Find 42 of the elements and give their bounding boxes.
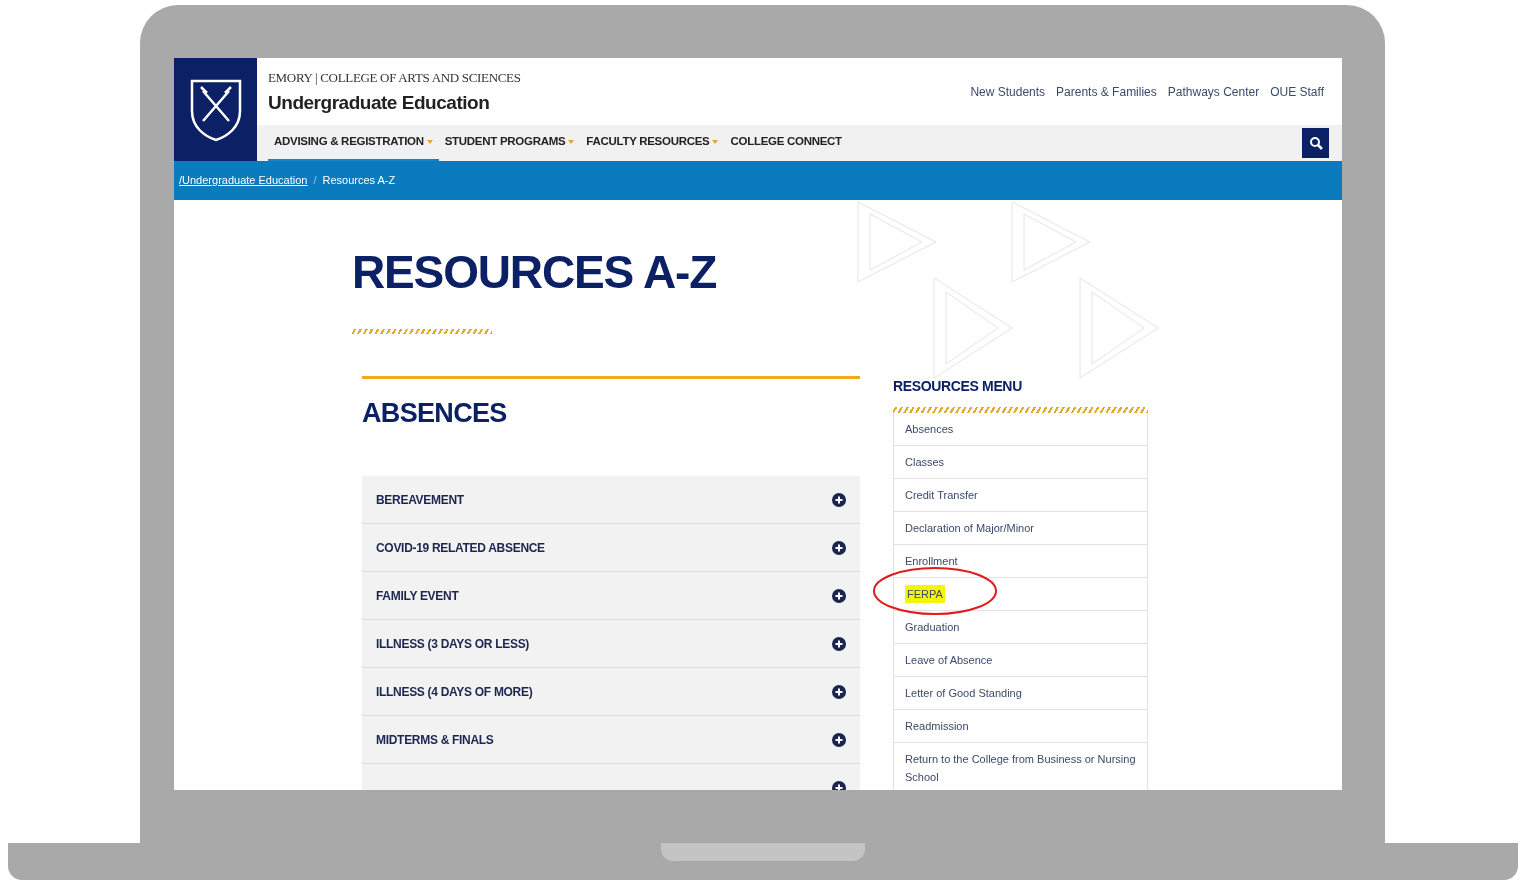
plus-circle-icon bbox=[832, 732, 846, 747]
menu-link[interactable]: Readmission bbox=[905, 717, 969, 735]
menu-link[interactable]: Classes bbox=[905, 453, 945, 471]
nav-tab[interactable]: STUDENT PROGRAMS bbox=[438, 125, 581, 161]
breadcrumb-current: Resources A-Z bbox=[322, 173, 396, 189]
plus-circle-icon bbox=[832, 636, 846, 651]
accordion-item[interactable]: FAMILY EVENT bbox=[362, 572, 860, 620]
nav-tab[interactable]: COLLEGE CONNECT bbox=[724, 125, 848, 161]
plus-circle-icon bbox=[832, 684, 846, 699]
page-title: RESOURCES A-Z bbox=[352, 245, 718, 300]
menu-link[interactable]: Letter of Good Standing bbox=[905, 684, 1022, 702]
plus-circle-icon bbox=[832, 540, 846, 555]
site-title[interactable]: Undergraduate Education bbox=[268, 88, 521, 117]
utility-link[interactable]: Parents & Families bbox=[1056, 83, 1157, 125]
menu-link[interactable]: Leave of Absence bbox=[905, 651, 993, 669]
menu-link[interactable]: Return to the College from Business or Nursing School bbox=[905, 750, 1136, 786]
breadcrumb-separator: / bbox=[313, 173, 317, 189]
search-button[interactable] bbox=[1302, 128, 1329, 158]
accordion-item[interactable]: ILLNESS (3 DAYS OR LESS) bbox=[362, 620, 860, 668]
menu-link[interactable]: Declaration of Major/Minor bbox=[905, 519, 1034, 537]
plus-circle-icon bbox=[832, 492, 846, 507]
accordion-item[interactable]: ILLNESS (4 DAYS OF MORE) bbox=[362, 668, 860, 716]
menu-link[interactable]: Graduation bbox=[905, 618, 960, 636]
plus-circle-icon bbox=[832, 588, 846, 603]
utility-link[interactable]: New Students bbox=[970, 83, 1046, 125]
breadcrumb-link[interactable]: /Undergraduate Education bbox=[179, 172, 308, 189]
utility-link[interactable]: OUE Staff bbox=[1270, 83, 1324, 125]
menu-title: RESOURCES MENU bbox=[893, 377, 1023, 396]
menu-link[interactable]: FERPA bbox=[905, 585, 945, 603]
college-name: EMORY | COLLEGE OF ARTS AND SCIENCES bbox=[268, 69, 521, 87]
nav-tab[interactable]: FACULTY RESOURCES bbox=[580, 125, 725, 161]
accordion-item[interactable]: COVID-19 RELATED ABSENCE bbox=[362, 524, 860, 572]
menu-link[interactable]: Credit Transfer bbox=[905, 486, 978, 504]
accordion-item[interactable]: BEREAVEMENT bbox=[362, 476, 860, 524]
section-title: ABSENCES bbox=[362, 397, 508, 430]
logo-block[interactable] bbox=[174, 58, 257, 161]
utility-link[interactable]: Pathways Center bbox=[1167, 83, 1260, 125]
plus-circle-icon bbox=[832, 780, 846, 790]
menu-link[interactable]: Absences bbox=[905, 420, 954, 438]
menu-link[interactable]: Enrollment bbox=[905, 552, 958, 570]
search-icon bbox=[1308, 136, 1323, 150]
accordion-item[interactable]: MIDTERMS & FINALS bbox=[362, 716, 860, 764]
